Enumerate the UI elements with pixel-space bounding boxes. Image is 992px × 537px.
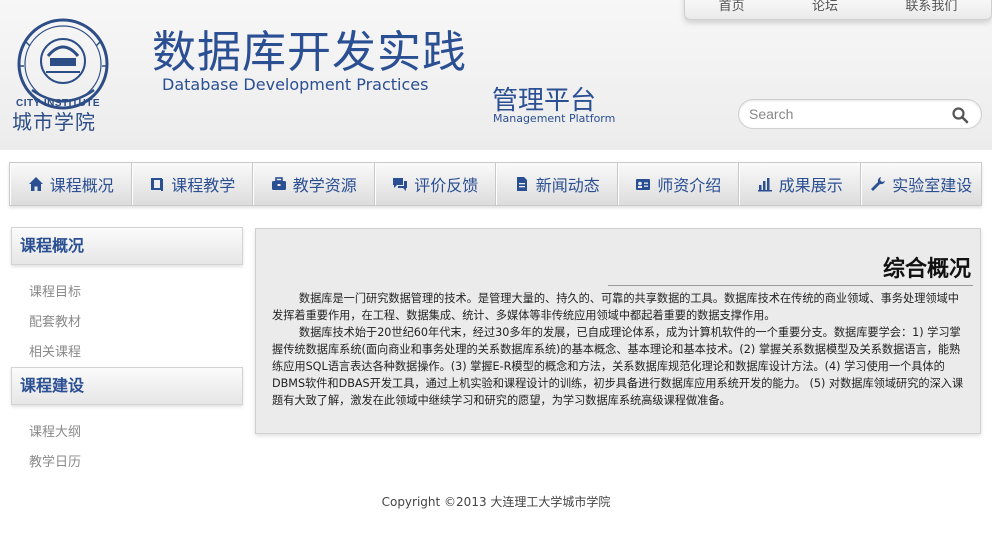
nav-item-achievements[interactable]: 成果展示	[739, 163, 861, 205]
page-title: 综合概况	[882, 257, 971, 282]
main-nav: 课程概况 课程教学 教学资源 评价反馈 新闻动态 师资介绍 成果展示 实验室建设	[9, 162, 982, 206]
sidebar-heading-course-construction[interactable]: 课程建设	[11, 367, 243, 405]
paragraph: 数据库技术始于20世纪60年代末，经过30多年的发展，已自成理论体系，成为计算机…	[272, 326, 964, 407]
nav-label: 成果展示	[778, 176, 843, 195]
nav-item-course-teaching[interactable]: 课程教学	[131, 163, 253, 205]
nav-label: 师资介绍	[657, 176, 722, 195]
book-icon	[151, 178, 164, 191]
home-icon	[28, 177, 43, 191]
content-panel: 综合概况 数据库是一门研究数据管理的技术。是管理大量的、持久的、可靠的共享数据的…	[255, 228, 981, 434]
document-icon	[516, 177, 527, 191]
nav-label: 新闻动态	[535, 176, 600, 195]
copyright-text: Copyright ©2013 大连理工大学城市学院	[381, 495, 611, 509]
id-card-icon	[636, 179, 651, 190]
sidebar-item-related-courses[interactable]: 相关课程	[29, 341, 81, 360]
top-links-bar: 首页 论坛 联系我们	[684, 0, 992, 20]
nav-label: 课程教学	[171, 176, 236, 195]
platform-subtitle: Management Platform	[493, 112, 616, 125]
site-title: 数据库开发实践	[152, 27, 467, 78]
nav-item-news[interactable]: 新闻动态	[496, 163, 618, 205]
top-link-forum[interactable]: 论坛	[812, 0, 838, 13]
sidebar-item-teaching-calendar[interactable]: 教学日历	[29, 451, 81, 470]
briefcase-icon	[271, 177, 286, 190]
nav-item-course-overview[interactable]: 课程概况	[10, 163, 132, 205]
site-subtitle: Database Development Practices	[162, 75, 429, 94]
sidebar-item-textbooks[interactable]: 配套教材	[29, 311, 81, 330]
top-link-contact[interactable]: 联系我们	[905, 0, 957, 13]
content-body: 数据库是一门研究数据管理的技术。是管理大量的、持久的、可靠的共享数据的工具。数据…	[272, 290, 969, 409]
title-divider	[608, 285, 973, 286]
nav-label: 教学资源	[292, 176, 357, 195]
search-box	[738, 99, 982, 129]
paragraph: 数据库是一门研究数据管理的技术。是管理大量的、持久的、可靠的共享数据的工具。数据…	[272, 292, 959, 322]
sidebar-item-syllabus[interactable]: 课程大纲	[29, 421, 81, 440]
logo-school-name: 城市学院	[12, 110, 96, 134]
wrench-icon	[871, 177, 886, 191]
footer: Copyright ©2013 大连理工大学城市学院	[0, 493, 992, 510]
page: CITY INSTITUTE 城市学院 数据库开发实践 Database Dev…	[0, 0, 992, 537]
nav-item-teaching-resources[interactable]: 教学资源	[253, 163, 375, 205]
nav-item-faculty[interactable]: 师资介绍	[617, 163, 739, 205]
bar-chart-icon	[757, 178, 772, 192]
comments-icon	[393, 178, 408, 191]
nav-item-feedback[interactable]: 评价反馈	[374, 163, 496, 205]
search-input[interactable]	[749, 105, 939, 123]
nav-label: 课程概况	[49, 176, 114, 195]
nav-item-lab-construction[interactable]: 实验室建设	[860, 163, 982, 205]
nav-label: 评价反馈	[414, 176, 479, 195]
sidebar-heading-course-overview[interactable]: 课程概况	[11, 227, 243, 265]
header: CITY INSTITUTE 城市学院 数据库开发实践 Database Dev…	[0, 0, 992, 150]
top-link-home[interactable]: 首页	[719, 0, 745, 13]
search-icon[interactable]	[951, 106, 969, 124]
sidebar-item-course-goals[interactable]: 课程目标	[29, 281, 81, 300]
nav-label: 实验室建设	[892, 176, 973, 195]
